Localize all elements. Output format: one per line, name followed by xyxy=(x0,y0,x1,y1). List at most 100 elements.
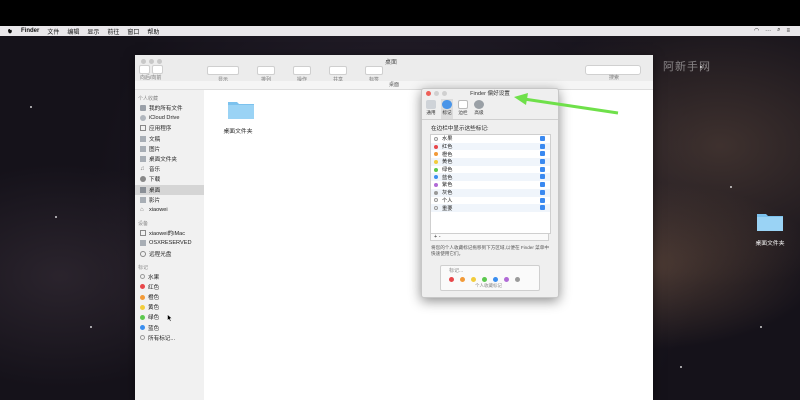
tag-checkbox[interactable] xyxy=(540,182,545,188)
tag-checkbox[interactable] xyxy=(540,197,545,203)
tab-label: 高级 xyxy=(474,110,484,115)
tab-general[interactable]: 通用 xyxy=(425,99,437,119)
favorite-tag-blue[interactable] xyxy=(493,277,498,282)
tag-row[interactable]: 红色 xyxy=(431,142,550,151)
favorite-tag-green[interactable] xyxy=(482,277,487,282)
sidebar-label: 远程光盘 xyxy=(149,251,172,258)
tag-row[interactable]: 灰色 xyxy=(431,188,550,197)
tag-checkbox[interactable] xyxy=(540,189,545,195)
desktop-folder[interactable]: 桌面文件夹 xyxy=(750,210,790,247)
zoom-button[interactable] xyxy=(157,59,162,64)
sidebar-tag-yellow[interactable]: 黄色 xyxy=(135,302,204,312)
menu-view[interactable]: 显示 xyxy=(87,27,99,36)
tag-row[interactable]: 橙色 xyxy=(431,150,550,158)
close-button[interactable] xyxy=(141,59,146,64)
tag-dot xyxy=(140,314,145,320)
sidebar-item-applications[interactable]: 应用程序 xyxy=(135,123,204,133)
sidebar-item-remote-disc[interactable]: 远程光盘 xyxy=(135,248,204,258)
sidebar-item-downloads[interactable]: 下载 xyxy=(135,174,204,184)
prefs-zoom-button[interactable] xyxy=(442,91,447,96)
tag-row[interactable]: 个人 xyxy=(431,197,550,205)
menu-go[interactable]: 前往 xyxy=(107,27,119,36)
tag-checkbox[interactable] xyxy=(540,205,545,211)
star xyxy=(30,106,32,108)
menu-edit[interactable]: 编辑 xyxy=(67,27,79,36)
download-icon xyxy=(140,176,146,183)
sidebar-tag-fruit[interactable]: 水果 xyxy=(135,272,204,282)
menu-window[interactable]: 窗口 xyxy=(127,27,139,36)
sidebar-tag-blue[interactable]: 蓝色 xyxy=(135,323,204,333)
tag-checkbox[interactable] xyxy=(540,166,545,172)
sidebar-item-icloud[interactable]: iCloud Drive xyxy=(135,113,204,123)
tag-checkbox[interactable] xyxy=(540,151,545,157)
tag-row[interactable]: 重要 xyxy=(431,204,550,212)
prefs-close-button[interactable] xyxy=(426,91,431,96)
sidebar-item-imac[interactable]: xiaowei的iMac xyxy=(135,228,204,238)
prefs-window-controls xyxy=(426,91,447,96)
sidebar-item-movies[interactable]: 影片 xyxy=(135,195,204,205)
tag-checkbox[interactable] xyxy=(540,174,545,180)
sidebar-item-documents[interactable]: 文稿 xyxy=(135,134,204,144)
apple-icon[interactable] xyxy=(7,28,13,34)
all-files-icon xyxy=(140,105,146,112)
minimize-button[interactable] xyxy=(149,59,154,64)
camera-icon xyxy=(140,145,146,152)
favorite-tag-orange[interactable] xyxy=(460,277,465,282)
tag-dot xyxy=(434,144,438,149)
sidebar-item-desktop-folder[interactable]: 桌面文件夹 xyxy=(135,154,204,164)
tag-row[interactable]: 绿色 xyxy=(431,166,550,174)
share-icon xyxy=(329,66,347,75)
menu-finder[interactable]: Finder xyxy=(21,28,39,34)
search-icon[interactable]: ⌕ xyxy=(777,27,780,34)
sidebar-item-pictures[interactable]: 图片 xyxy=(135,144,204,154)
prefs-minimize-button[interactable] xyxy=(434,91,439,96)
favorite-tag-yellow[interactable] xyxy=(471,277,476,282)
sidebar-item-music[interactable]: ♫ 音乐 xyxy=(135,164,204,174)
sidebar-all-tags[interactable]: 所有标记... xyxy=(135,333,204,343)
favorite-tag-red[interactable] xyxy=(449,277,454,282)
menu-file[interactable]: 文件 xyxy=(47,27,59,36)
forward-button[interactable] xyxy=(152,65,163,74)
home-icon: ⌂ xyxy=(140,206,144,213)
sidebar-label: 橙色 xyxy=(148,295,160,302)
tag-row[interactable]: 紫色 xyxy=(431,181,550,189)
desktop-folder-label: 桌面文件夹 xyxy=(755,241,785,247)
sidebar-tag-red[interactable]: 红色 xyxy=(135,282,204,292)
list-icon[interactable]: ≡ xyxy=(786,28,790,34)
tag-checkbox[interactable] xyxy=(540,143,545,149)
tag-dot xyxy=(434,167,438,172)
star xyxy=(55,216,57,218)
sidebar-label: OSXRESERVED xyxy=(149,240,192,247)
tag-name: 黄色 xyxy=(442,159,453,166)
tab-advanced[interactable]: 高级 xyxy=(473,99,485,119)
tab-sidebar[interactable]: 边栏 xyxy=(457,99,469,119)
add-remove-tag-buttons[interactable]: + - xyxy=(430,234,549,241)
tag-row[interactable]: 蓝色 xyxy=(431,173,550,182)
content-folder[interactable]: 桌面文件夹 xyxy=(224,98,255,135)
favorite-tag-gray[interactable] xyxy=(515,277,520,282)
favorite-tags-drop-area[interactable]: 标记... 个人收藏标记 xyxy=(440,265,540,291)
sidebar-item-desktop[interactable]: 桌面 xyxy=(135,184,204,195)
sidebar-item-home[interactable]: ⌂ xiaowei xyxy=(135,205,204,215)
sidebar-icon xyxy=(458,100,468,109)
favorite-tag-purple[interactable] xyxy=(504,277,509,282)
tag-name: 橙色 xyxy=(442,151,453,158)
tag-row[interactable]: 黄色 xyxy=(431,158,550,166)
sidebar-label: iCloud Drive xyxy=(149,115,180,122)
tag-row[interactable]: 水果 xyxy=(431,135,550,143)
tag-checkbox[interactable] xyxy=(540,136,545,141)
tab-tags[interactable]: 标记 xyxy=(441,99,453,119)
sidebar-item-all-files[interactable]: 我的所有文件 xyxy=(135,103,204,113)
sidebar-item-disk[interactable]: OSXRESERVED xyxy=(135,238,204,248)
wifi-icon[interactable]: ◠ xyxy=(754,27,759,34)
prefs-title: Finder 偏好设置 xyxy=(470,91,510,97)
arrange-icon xyxy=(257,66,275,75)
menu-help[interactable]: 帮助 xyxy=(147,27,159,36)
back-button[interactable] xyxy=(139,65,150,74)
tag-checkbox[interactable] xyxy=(540,159,545,165)
tag-dot xyxy=(140,294,145,300)
sidebar-label: 文稿 xyxy=(149,136,161,143)
sidebar-label: 所有标记... xyxy=(148,335,176,342)
sidebar-tag-orange[interactable]: 橙色 xyxy=(135,292,204,302)
switch-icon xyxy=(426,100,436,109)
